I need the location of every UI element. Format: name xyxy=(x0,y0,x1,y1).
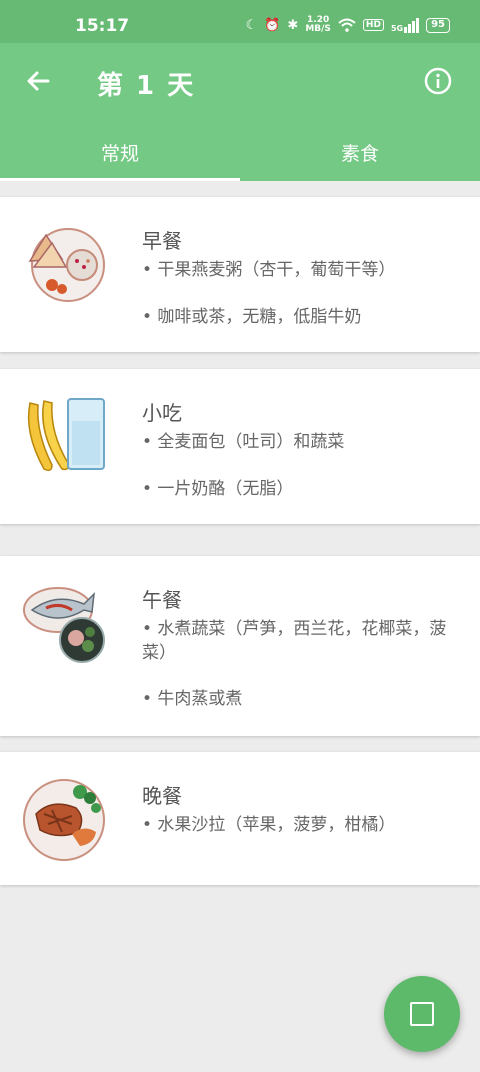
tab-bar: 常规 素食 xyxy=(0,127,480,181)
info-icon[interactable] xyxy=(424,67,452,95)
meal-item: • 一片奶酪（无脂） xyxy=(142,479,294,499)
network-speed: 1.20 MB/S xyxy=(305,16,331,34)
meal-title: 午餐 xyxy=(142,588,182,612)
meal-item: • 牛肉蒸或煮 xyxy=(142,689,243,709)
meal-card-dinner[interactable]: 晚餐 • 水果沙拉（苹果，菠萝，柑橘） xyxy=(0,752,480,885)
meal-title: 晚餐 xyxy=(142,784,182,808)
meal-title: 小吃 xyxy=(142,401,182,425)
status-time: 15:17 xyxy=(75,16,130,36)
app-bar: 第 1 天 常规 素食 xyxy=(0,43,480,181)
back-arrow-icon[interactable] xyxy=(22,65,54,97)
page-title: 第 1 天 xyxy=(97,71,196,101)
meal-item: • 水煮蔬菜（芦笋，西兰花，花椰菜，菠菜） xyxy=(142,619,447,663)
floating-action-button[interactable] xyxy=(384,976,460,1052)
meal-card-snack[interactable]: 小吃 • 全麦面包（吐司）和蔬菜 • 一片奶酪（无脂） xyxy=(0,369,480,524)
meal-item: • 全麦面包（吐司）和蔬菜 xyxy=(142,432,345,452)
breakfast-image xyxy=(28,228,105,302)
tab-regular[interactable]: 常规 xyxy=(0,127,240,181)
meal-item: • 咖啡或茶，无糖，低脂牛奶 xyxy=(142,307,362,327)
network-speed-unit: MB/S xyxy=(305,24,331,34)
square-icon xyxy=(410,1002,434,1026)
tab-vegetarian[interactable]: 素食 xyxy=(240,127,480,181)
status-bar: 15:17 ☾ ⏰ ✱ 1.20 MB/S HD 5G 95 xyxy=(0,0,480,43)
wifi-icon xyxy=(338,18,356,32)
signal-icon: 5G xyxy=(390,17,420,33)
meal-item: • 干果燕麦粥（杏干，葡萄干等） xyxy=(142,260,396,280)
lunch-image xyxy=(23,587,105,663)
signal-label: 5G xyxy=(390,23,404,33)
meal-card-breakfast[interactable]: 早餐 • 干果燕麦粥（杏干，葡萄干等） • 咖啡或茶，无糖，低脂牛奶 xyxy=(0,197,480,352)
battery-icon: 95 xyxy=(426,17,450,33)
bluetooth-icon: ✱ xyxy=(287,17,299,33)
dinner-image xyxy=(23,779,105,861)
meal-title: 早餐 xyxy=(142,229,182,253)
moon-icon: ☾ xyxy=(245,17,258,33)
meal-item: • 水果沙拉（苹果，菠萝，柑橘） xyxy=(142,815,396,835)
snack-image xyxy=(27,398,105,472)
status-icons: ☾ ⏰ ✱ 1.20 MB/S HD 5G 95 xyxy=(246,16,450,34)
hd-icon: HD xyxy=(362,19,384,31)
meal-card-lunch[interactable]: 午餐 • 水煮蔬菜（芦笋，西兰花，花椰菜，菠菜） • 牛肉蒸或煮 xyxy=(0,556,480,736)
alarm-icon: ⏰ xyxy=(264,17,281,33)
